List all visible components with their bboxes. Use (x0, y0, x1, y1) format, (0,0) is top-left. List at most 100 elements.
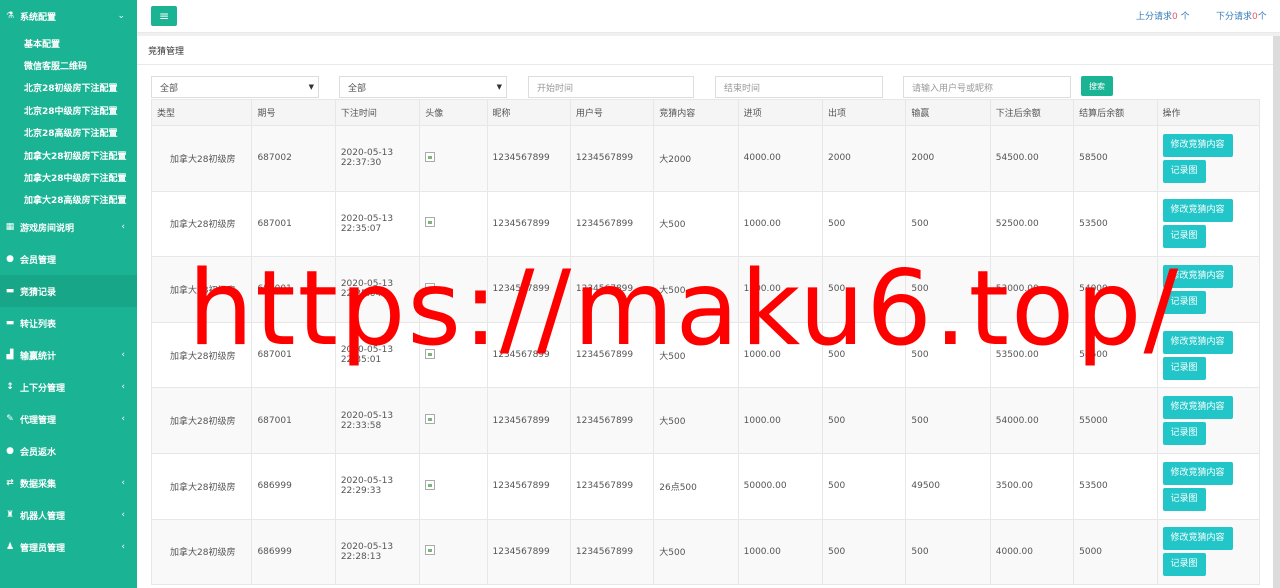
cell-before: 54500.00 (989, 125, 1075, 192)
broken-image-icon (425, 479, 436, 490)
cell-period: 687002 (251, 125, 336, 192)
edit-bet-button[interactable]: 修改竞猜内容 (1162, 461, 1233, 485)
edit-bet-button[interactable]: 修改竞猜内容 (1162, 199, 1233, 223)
sidebar-section-label: 上下分管理 (20, 383, 66, 394)
sidebar-section-8[interactable]: ● 会员返水 (0, 435, 137, 467)
cell-nick: 1234567899 (486, 518, 571, 586)
column-header: 用户号 (569, 99, 655, 126)
down-request-link[interactable]: 下分请求0个 (1216, 9, 1267, 22)
bet-time-cell: 2020-05-13 22:28:13 (334, 518, 421, 586)
cell-content: 大500 (653, 190, 739, 258)
actions-cell: 修改竞猜内容 记录图 (1156, 518, 1260, 586)
room-select[interactable]: 全部 ▼ (339, 76, 507, 98)
cell-after: 53500 (1073, 190, 1158, 258)
cell-uid: 1234567899 (569, 125, 655, 192)
table-row: 加拿大28初级房 687002 2020-05-13 22:37:30 12345678… (150, 125, 1260, 192)
cell-before: 53000.00 (989, 256, 1075, 323)
chevron-left-icon: ‹ (121, 478, 125, 489)
chevron-left-icon: ‹ (121, 382, 125, 393)
column-header: 类型 (150, 99, 253, 126)
sidebar-section-label: 游戏房间说明 (20, 223, 75, 234)
cell-period: 686999 (251, 518, 336, 586)
broken-image-icon (425, 348, 436, 359)
sidebar-section-2[interactable]: ● 会员管理 (0, 243, 137, 275)
cell-after: 53500 (1073, 452, 1158, 520)
bet-time-cell: 2020-05-13 22:35:04 (334, 256, 421, 323)
actions-cell: 修改竞猜内容 记录图 (1156, 321, 1260, 389)
sidebar-section-11[interactable]: ♟ 管理员管理 ‹ (0, 531, 137, 563)
up-request-link[interactable]: 上分请求0 个 (1136, 9, 1190, 22)
scrollbar[interactable] (1273, 36, 1280, 588)
bet-date: 2020-05-13 (340, 410, 394, 421)
cell-nick: 1234567899 (486, 256, 571, 323)
main-panel: 竞猜管理 全部 ▼ 全部 ▼ 开始时间 结束时间 请输入用户号或昵称 搜索 类型 期号… (137, 36, 1273, 588)
cell-uid: 1234567899 (569, 387, 655, 454)
column-header: 昵称 (486, 99, 571, 126)
sidebar-subitem[interactable]: 加拿大28初级房下注配置 (0, 144, 137, 166)
chevron-down-icon: ▼ (308, 83, 314, 91)
sidebar-section-5[interactable]: ▟ 输赢统计 ‹ (0, 339, 137, 371)
bet-date: 2020-05-13 (340, 213, 394, 224)
record-image-button[interactable]: 记录图 (1162, 225, 1206, 249)
bets-table: 类型 期号 下注时间 头像 昵称 用户号 竞猜内容 进项 出项 输赢 下注后余额 结算后余额 操作 加拿… (150, 99, 1260, 586)
sidebar-section-10[interactable]: ♜ 机器人管理 ‹ (0, 499, 137, 531)
topbar: ≡ 上分请求0 个 下分请求0个 (137, 0, 1280, 33)
record-image-button[interactable]: 记录图 (1162, 159, 1206, 183)
avatar-cell (419, 321, 488, 389)
sidebar-section-3[interactable]: ▬ 竞猜记录 (0, 275, 137, 308)
avatar-cell (419, 125, 488, 192)
bet-time-cell: 2020-05-13 22:35:07 (334, 190, 421, 258)
cell-content: 大500 (653, 321, 739, 389)
avatar-cell (419, 452, 488, 520)
updown-icon: ↕ (6, 382, 14, 393)
cell-period: 687001 (251, 321, 336, 389)
sidebar-section-6[interactable]: ↕ 上下分管理 ‹ (0, 371, 137, 403)
record-image-button[interactable]: 记录图 (1162, 422, 1206, 446)
edit-bet-button[interactable]: 修改竞猜内容 (1162, 396, 1233, 420)
record-image-button[interactable]: 记录图 (1162, 290, 1206, 314)
sidebar-section-9[interactable]: ⇄ 数据采集 ‹ (0, 467, 137, 499)
chevron-left-icon: ‹ (121, 510, 125, 521)
pencil-icon: ✎ (6, 414, 14, 425)
record-image-button[interactable]: 记录图 (1162, 553, 1206, 577)
cell-win: 500 (905, 190, 991, 258)
column-header: 下注后余额 (989, 99, 1075, 126)
sidebar-subitem[interactable]: 微信客服二维码 (0, 54, 137, 76)
edit-bet-button[interactable]: 修改竞猜内容 (1162, 527, 1233, 551)
sidebar-subitem[interactable]: 北京28高级房下注配置 (0, 122, 137, 144)
bet-date: 2020-05-13 (340, 279, 394, 290)
menu-toggle-button[interactable]: ≡ (151, 6, 177, 26)
sidebar-section-1[interactable]: ▦ 游戏房间说明 ‹ (0, 211, 137, 243)
edit-bet-button[interactable]: 修改竞猜内容 (1162, 330, 1233, 354)
edit-bet-button[interactable]: 修改竞猜内容 (1162, 133, 1233, 157)
sidebar-subitem[interactable]: 加拿大28高级房下注配置 (0, 189, 137, 211)
table-row: 加拿大28初级房 687001 2020-05-13 22:35:01 12345678… (150, 321, 1260, 389)
column-header: 期号 (251, 99, 336, 126)
type-select[interactable]: 全部 ▼ (151, 76, 319, 98)
start-time-input[interactable]: 开始时间 (528, 76, 694, 98)
sidebar-section-label: 转让列表 (20, 319, 57, 330)
sidebar-subitem[interactable]: 加拿大28中级房下注配置 (0, 166, 137, 188)
sidebar-section-0[interactable]: ⚗ 系统配置 ⌄ (0, 0, 137, 32)
sidebar-subitem[interactable]: 北京28中级房下注配置 (0, 99, 137, 121)
edit-bet-button[interactable]: 修改竞猜内容 (1162, 264, 1233, 288)
cell-win: 2000 (905, 125, 991, 192)
menu-icon: ≡ (158, 9, 170, 23)
sidebar-section-7[interactable]: ✎ 代理管理 ‹ (0, 403, 137, 435)
sidebar-subitem[interactable]: 基本配置 (0, 32, 137, 54)
cell-before: 54000.00 (989, 387, 1075, 454)
cell-before: 4000.00 (989, 518, 1075, 586)
record-image-button[interactable]: 记录图 (1162, 356, 1206, 380)
search-button[interactable]: 搜索 (1081, 76, 1113, 96)
sidebar-subitem[interactable]: 北京28初级房下注配置 (0, 77, 137, 99)
user-icon: ● (6, 254, 14, 265)
record-image-button[interactable]: 记录图 (1162, 487, 1206, 511)
end-time-input[interactable]: 结束时间 (715, 76, 883, 98)
table-row: 加拿大28初级房 687001 2020-05-13 22:33:58 12345678… (150, 387, 1260, 454)
sidebar-section-label: 机器人管理 (20, 511, 66, 522)
cell-uid: 1234567899 (569, 190, 655, 258)
cell-type: 加拿大28初级房 (150, 452, 253, 520)
cell-period: 686999 (251, 452, 336, 520)
user-search-input[interactable]: 请输入用户号或昵称 (903, 76, 1071, 98)
sidebar-section-4[interactable]: ▬ 转让列表 (0, 307, 137, 339)
